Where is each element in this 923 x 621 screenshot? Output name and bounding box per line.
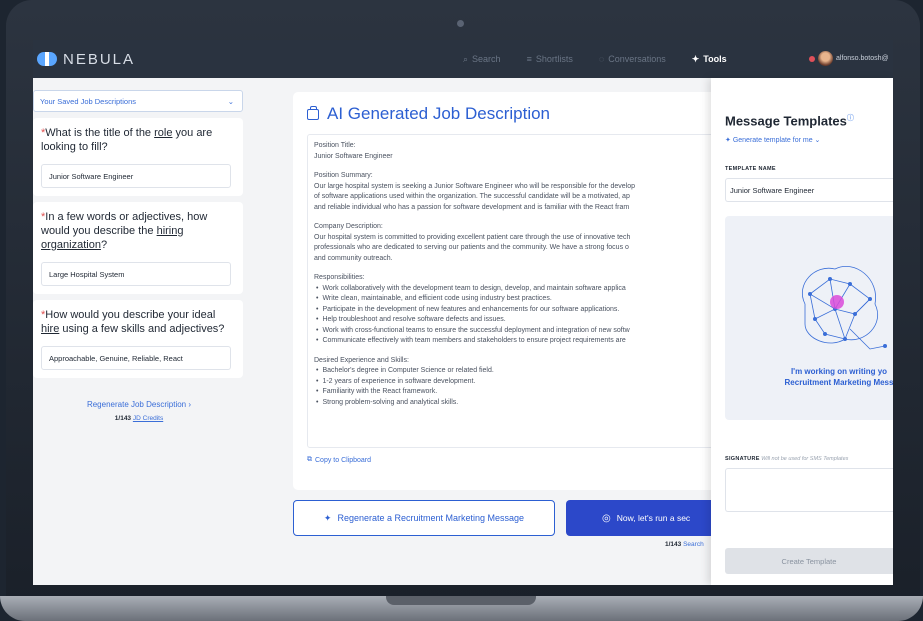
signature-label: SIGNATURE Will not be used for SMS Templ… [725,456,849,463]
hire-input[interactable]: Approachable, Genuine, Reliable, React [41,346,231,370]
jd-credits-link[interactable]: JD Credits [133,415,163,422]
briefcase-icon [307,105,319,120]
jd-textarea[interactable]: Position Title: Junior Software Engineer… [307,134,719,448]
list-item: Strong problem-solving and analytical sk… [316,398,714,409]
app-name: NEBULA [63,50,136,68]
regenerate-jd-button[interactable]: Regenerate Job Description › [33,400,245,409]
jd-text: professionals who are dedicated to servi… [314,244,629,251]
notification-dot [809,55,815,62]
saved-jd-label: Your Saved Job Descriptions [40,96,137,106]
brain-network-icon [802,266,887,350]
jd-text: and reliable individual who has a passio… [314,203,630,211]
working-message: I'm working on writing yo Recruitment Ma… [784,367,893,388]
jd-heading: Company Description: [314,223,383,230]
app-logo[interactable]: NEBULA [37,51,135,68]
circles-icon: ◎ [602,512,611,524]
nebula-logo-icon [37,52,57,66]
webcam [457,20,464,27]
nav-shortlists-label: Shortlists [535,54,573,64]
nav-search[interactable]: ⌕ Search [463,54,501,65]
responsibilities-list: Work collaboratively with the developmen… [314,284,714,347]
message-templates-panel: Message Templatesⓘ ✦ Generate template f… [711,78,893,585]
sparkle-icon: ✦ [691,53,700,64]
list-item: Familiarity with the React framework. [316,387,714,398]
jd-heading: Responsibilities: [314,274,365,281]
nav-search-label: Search [472,54,501,64]
question-card-hire: *How would you describe your ideal hire … [33,300,243,378]
chevron-right-icon: › [188,400,192,409]
nav-shortlists[interactable]: ≡ Shortlists [527,54,573,64]
template-name-input[interactable]: Junior Software Engineer [725,178,893,203]
list-item: Work with cross-functional teams to ensu… [316,326,714,337]
question-role: *What is the title of the role you are l… [41,127,213,153]
laptop-base [0,596,923,621]
regenerate-message-button[interactable]: ✦ Regenerate a Recruitment Marketing Mes… [293,500,555,536]
list-item: Participate in the development of new fe… [316,305,714,316]
question-card-organization: *In a few words or adjectives, how would… [33,202,243,294]
saved-jd-dropdown[interactable]: Your Saved Job Descriptions ⌄ [33,90,243,112]
list-item: Bachelor's degree in Computer Science or… [316,366,714,377]
jd-text: of software applications used within the… [314,193,630,200]
app-screen: NEBULA ⌕ Search ≡ Shortlists ◌ Conversation… [33,40,893,585]
organization-input[interactable]: Large Hospital System [41,262,231,286]
laptop-notch [386,596,536,605]
jd-heading: Position Title: [314,142,356,149]
list-item: Write clean, maintainable, and efficient… [316,294,714,305]
list-icon: ≡ [526,54,532,64]
jd-text: Our hospital system is committed to prov… [314,233,631,241]
ai-working-illustration: I'm working on writing yo Recruitment Ma… [725,216,893,421]
chat-icon: ◌ [598,54,605,64]
search-icon: ⌕ [463,53,469,64]
jd-text: Junior Software Engineer [314,152,393,160]
copy-to-clipboard-button[interactable]: ⧉ Copy to Clipboard [307,456,719,464]
user-menu[interactable]: alfonso.botosh@ [809,51,889,66]
nav-items: ⌕ Search ≡ Shortlists ◌ Conversations ✦ Tool… [463,40,753,78]
nav-conversations[interactable]: ◌ Conversations [599,54,666,64]
sparkle-icon: ✦ [323,512,332,523]
role-input[interactable]: Junior Software Engineer [41,164,231,188]
jd-header: AI Generated Job Description [307,104,719,124]
search-credits-link[interactable]: Search [683,541,704,548]
nav-tools[interactable]: ✦ Tools [692,54,727,65]
jd-text: and community outreach. [314,254,393,262]
generate-template-link[interactable]: ✦ Generate template for me ⌄ [725,136,893,144]
chevron-down-icon: ⌄ [814,137,821,145]
jd-heading: Desired Experience and Skills: [314,356,409,364]
jd-heading: Position Summary: [314,172,373,179]
list-item: 1-2 years of experience in software deve… [316,377,714,388]
copy-icon: ⧉ [307,456,312,463]
sparkle-icon: ✦ [725,137,731,145]
experience-list: Bachelor's degree in Computer Science or… [314,366,714,408]
nav-tools-label: Tools [703,54,727,64]
job-description-card: AI Generated Job Description Position Ti… [293,92,733,490]
search-credits: 1/143 Search [665,541,704,548]
question-hire: *How would you describe your ideal hire … [41,309,225,335]
template-name-label: TEMPLATE NAME [725,166,776,173]
question-card-role: *What is the title of the role you are l… [33,118,243,196]
regenerate-message-label: Regenerate a Recruitment Marketing Messa… [337,513,525,523]
user-name: alfonso.botosh@ [836,55,889,62]
create-template-button[interactable]: Create Template [725,548,893,574]
run-search-label: Now, let's run a sec [616,513,691,523]
nav-conversations-label: Conversations [608,54,666,64]
info-icon: ⓘ [846,115,854,122]
signature-input[interactable] [725,468,893,513]
left-panel: Your Saved Job Descriptions ⌄ *What is t… [33,90,245,422]
jd-title: AI Generated Job Description [327,104,551,123]
chevron-down-icon: ⌄ [227,96,234,106]
avatar [818,51,833,66]
regenerate-jd: Regenerate Job Description › 1/143 JD Cr… [33,400,245,422]
list-item: Communicate effectively with team member… [316,336,714,347]
copy-label: Copy to Clipboard [315,456,372,464]
top-nav: NEBULA ⌕ Search ≡ Shortlists ◌ Conversation… [33,40,893,78]
question-organization: *In a few words or adjectives, how would… [41,211,208,251]
list-item: Help troubleshoot and resolve software d… [316,315,714,326]
panel-title: Message Templatesⓘ [725,113,854,129]
jd-credits: 1/143 JD Credits [114,415,164,422]
jd-text: Our large hospital system is seeking a J… [314,182,636,190]
list-item: Work collaboratively with the developmen… [316,284,714,295]
